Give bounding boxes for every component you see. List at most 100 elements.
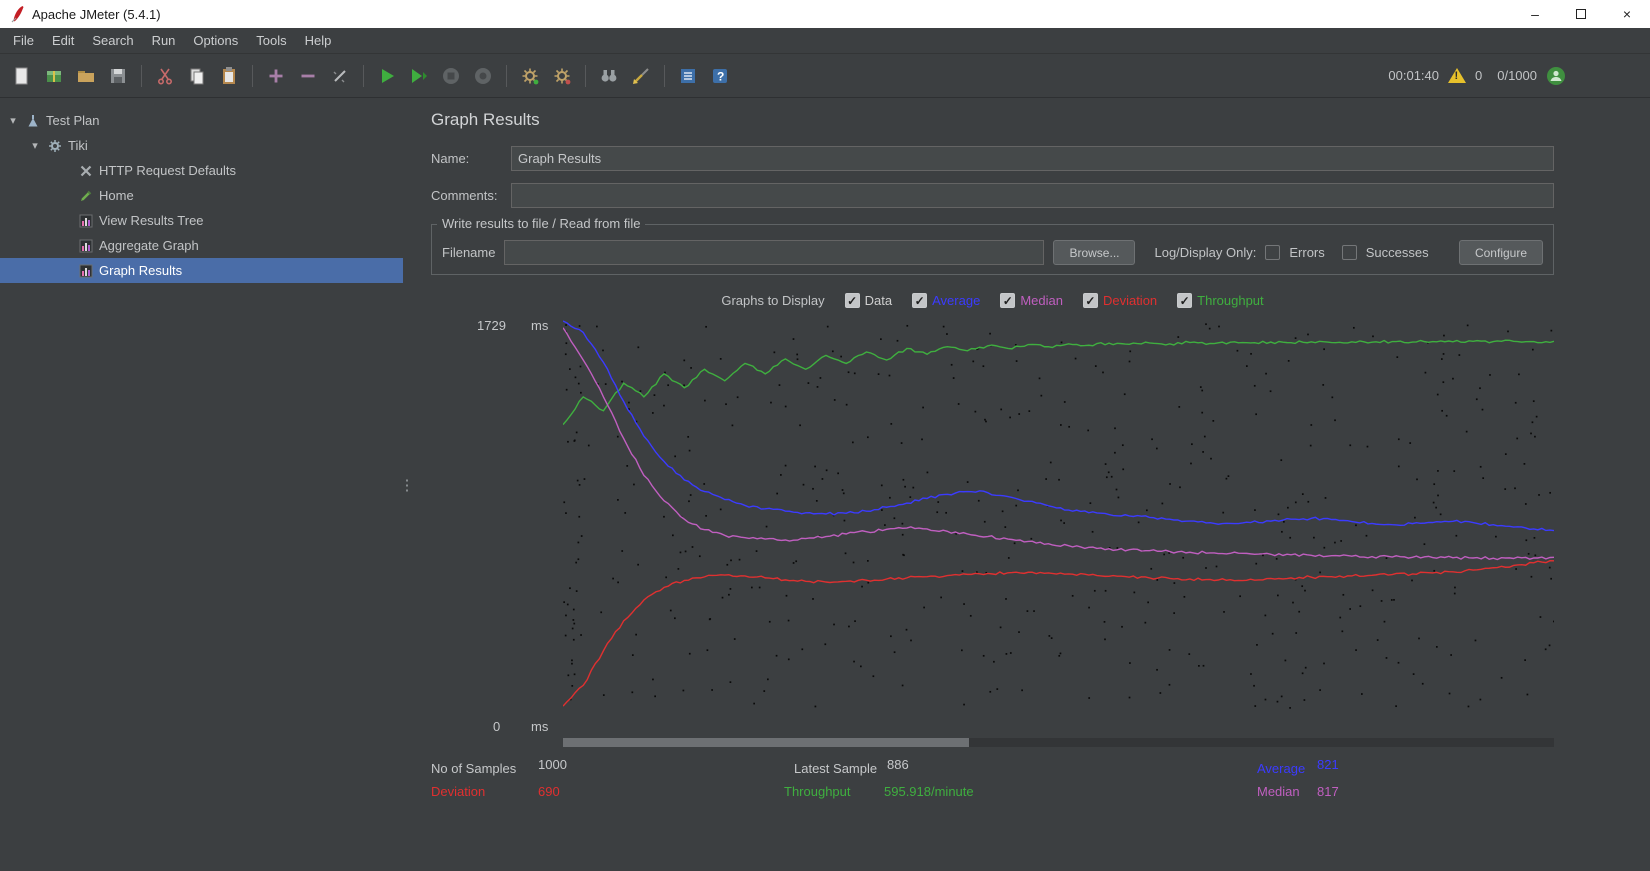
results-graph [563,320,1554,709]
paste-icon[interactable] [215,62,243,90]
main-panel: Graph Results Name: Comments: Write resu… [411,98,1650,871]
listener-chart-icon [78,238,94,254]
remote-start-all-icon[interactable] [516,62,544,90]
graph-area: 1729 ms 0 ms [431,316,1554,734]
collapse-remove-icon[interactable] [294,62,322,90]
deviation-stat-value: 690 [538,784,560,799]
latest-sample-value: 886 [887,757,909,772]
close-button[interactable]: × [1604,0,1650,28]
group-title: Write results to file / Read from file [437,216,646,231]
shutdown-icon[interactable] [469,62,497,90]
average-stat-label: Average [1257,761,1306,776]
gear-icon [47,138,63,154]
menu-tools[interactable]: Tools [247,28,295,53]
comments-input[interactable] [511,183,1554,208]
errors-checkbox[interactable] [1265,245,1281,260]
y-axis-unit-label: ms [531,719,549,734]
average-stat-value: 821 [1317,757,1339,772]
test-plan-flask-icon [25,113,41,129]
svg-text:?: ? [717,69,724,83]
tree-item-label: View Results Tree [99,213,204,228]
menu-help[interactable]: Help [296,28,341,53]
y-axis-unit-label: ms [531,318,549,333]
open-file-icon[interactable] [72,62,100,90]
no-of-samples-value: 1000 [538,757,567,772]
tree-item-view-results-tree[interactable]: View Results Tree [0,208,403,233]
toolbar: ? 00:01:40 0 0/1000 [0,54,1650,98]
graphs-to-display-row: Graphs to Display Data Average Median De… [431,293,1554,308]
menu-edit[interactable]: Edit [43,28,83,53]
cut-icon[interactable] [151,62,179,90]
expand-add-icon[interactable] [262,62,290,90]
browse-button[interactable]: Browse... [1053,240,1136,265]
users-icon [1546,66,1566,86]
graph-scrollbar[interactable] [563,738,1554,747]
copy-icon[interactable] [183,62,211,90]
listener-chart-icon [78,263,94,279]
tree-item-graph-results[interactable]: Graph Results [0,258,403,283]
tree-item-aggregate-graph[interactable]: Aggregate Graph [0,233,403,258]
menu-run[interactable]: Run [143,28,185,53]
sampler-dropper-icon [78,188,94,204]
data-label: Data [864,293,893,308]
chevron-down-icon[interactable]: ▾ [6,114,20,127]
average-label: Average [932,293,981,308]
toolbar-status: 00:01:40 0 0/1000 [1388,66,1642,86]
remote-stop-all-icon[interactable] [548,62,576,90]
menu-options[interactable]: Options [184,28,247,53]
function-helper-icon[interactable] [674,62,702,90]
menu-file[interactable]: File [4,28,43,53]
tree-item-tiki[interactable]: ▾ Tiki [0,133,403,158]
filename-input[interactable] [504,240,1045,265]
tree-main-splitter[interactable]: ⋮ [400,98,415,871]
templates-icon[interactable] [40,62,68,90]
stop-icon[interactable] [437,62,465,90]
deviation-stat-label: Deviation [431,784,486,799]
errors-label: Errors [1289,245,1325,260]
name-label: Name: [431,151,470,166]
tree-item-label: HTTP Request Defaults [99,163,237,178]
search-icon[interactable] [595,62,623,90]
median-stat-value: 817 [1317,784,1339,799]
help-icon[interactable]: ? [706,62,734,90]
start-icon[interactable] [373,62,401,90]
new-file-icon[interactable] [8,62,36,90]
warning-icon[interactable] [1448,68,1466,83]
listener-chart-icon [78,213,94,229]
minimize-button[interactable]: – [1512,0,1558,28]
menu-search[interactable]: Search [83,28,142,53]
tree-item-label: Tiki [68,138,88,153]
start-no-pauses-icon[interactable] [405,62,433,90]
chevron-down-icon[interactable]: ▾ [28,139,42,152]
median-stat-label: Median [1257,784,1300,799]
crossed-tools-icon [78,163,94,179]
successes-checkbox[interactable] [1341,245,1357,260]
data-checkbox[interactable] [844,293,860,308]
toggle-icon[interactable] [326,62,354,90]
throughput-checkbox[interactable] [1177,293,1193,308]
elapsed-time: 00:01:40 [1388,68,1439,83]
jmeter-logo-icon [10,5,24,23]
maximize-button[interactable] [1558,0,1604,28]
deviation-checkbox[interactable] [1082,293,1098,308]
save-icon[interactable] [104,62,132,90]
comments-label: Comments: [431,188,498,203]
write-results-group: Write results to file / Read from file F… [431,216,1554,275]
scrollbar-thumb[interactable] [563,738,970,747]
average-checkbox[interactable] [912,293,928,308]
graph-stats: No of Samples 1000 Latest Sample 886 Ave… [431,757,1554,831]
throughput-label: Throughput [1197,293,1264,308]
throughput-stat-label: Throughput [784,784,851,799]
log-display-only-label: Log/Display Only: [1154,245,1257,260]
configure-button[interactable]: Configure [1458,240,1543,265]
tree-item-http-request-defaults[interactable]: HTTP Request Defaults [0,158,403,183]
y-axis-min-label: 0 [493,719,501,734]
no-of-samples-label: No of Samples [431,761,517,776]
tree-item-home[interactable]: Home [0,183,403,208]
clear-icon[interactable] [627,62,655,90]
name-input[interactable] [511,146,1554,171]
tree-item-test-plan[interactable]: ▾ Test Plan [0,108,403,133]
error-count[interactable]: 0 [1475,68,1482,83]
thread-count: 0/1000 [1497,68,1537,83]
median-checkbox[interactable] [1000,293,1016,308]
